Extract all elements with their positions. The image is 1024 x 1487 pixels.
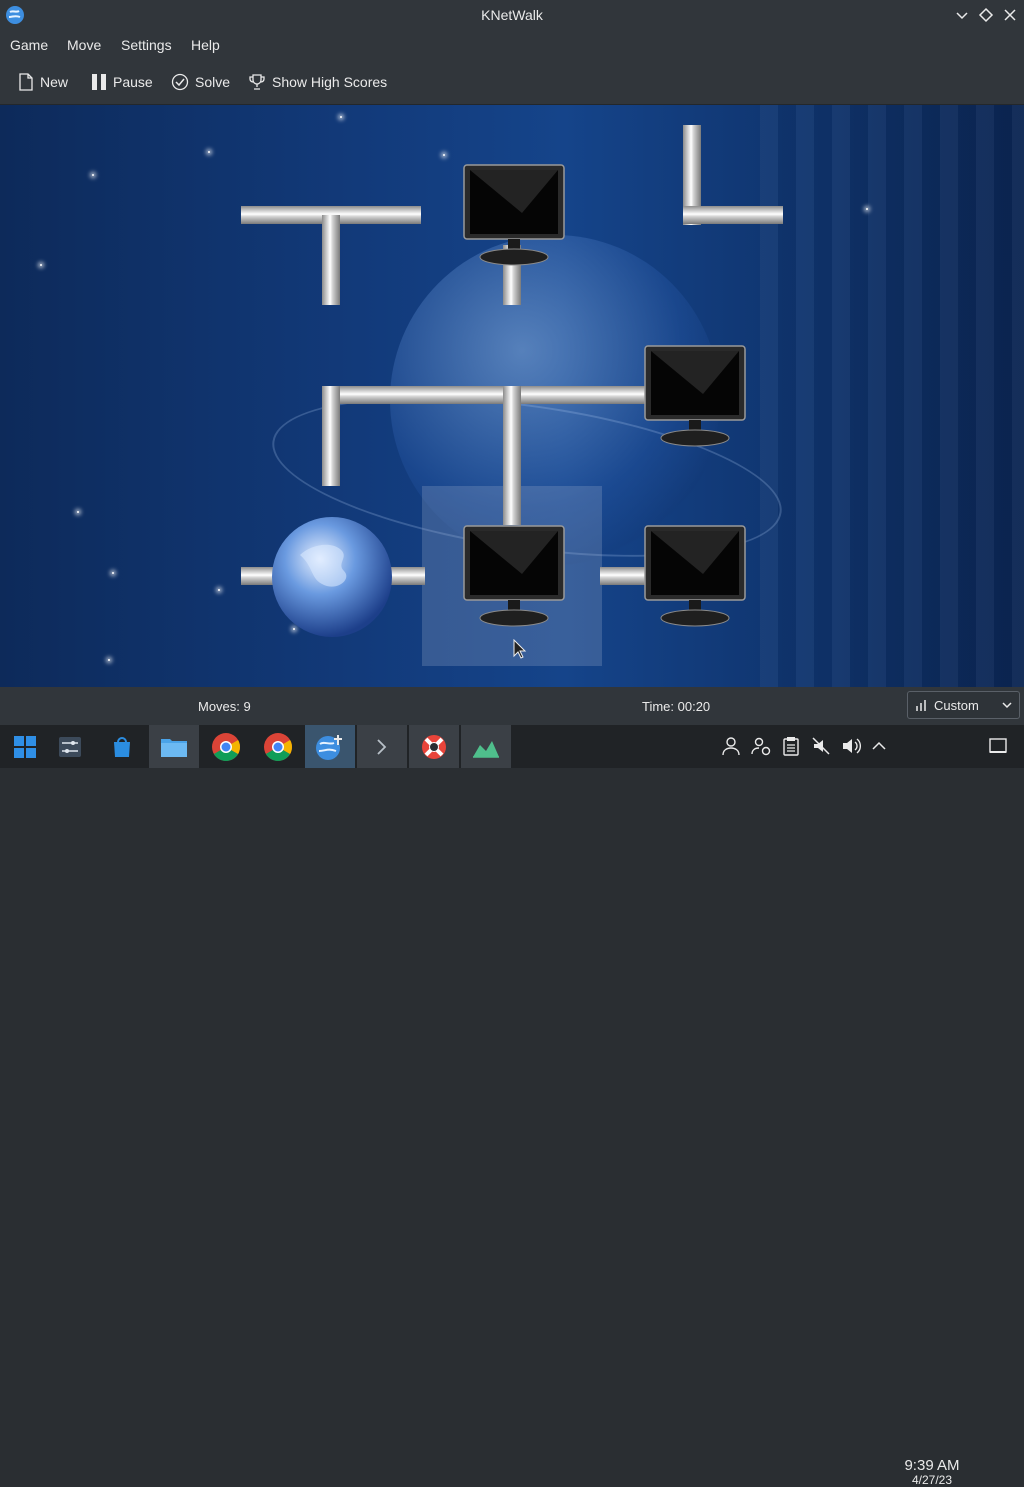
mouse-cursor-icon — [513, 639, 527, 659]
trophy-icon — [249, 74, 265, 90]
task-chrome-1[interactable] — [201, 725, 251, 768]
chrome-icon — [212, 732, 240, 761]
clock-date: 4/27/23 — [911, 1473, 953, 1487]
pause-button[interactable]: Pause — [91, 72, 153, 92]
system-monitor-icon — [473, 740, 499, 758]
star — [866, 208, 868, 210]
clock[interactable]: 9:39 AM 4/27/23 — [896, 1457, 968, 1486]
server-globe-icon[interactable] — [270, 515, 394, 639]
star — [112, 572, 114, 574]
toolbar: New Pause Solve Show High Scores — [0, 58, 1024, 105]
knetwalk-globe-icon — [316, 734, 342, 760]
highscores-label: Show High Scores — [272, 74, 388, 90]
close-icon[interactable] — [1001, 6, 1019, 24]
pause-label: Pause — [113, 74, 153, 90]
pipe-segment[interactable] — [503, 386, 521, 496]
pipe-segment[interactable] — [322, 215, 340, 305]
menu-move[interactable]: Move — [67, 37, 101, 53]
task-file-manager[interactable] — [149, 725, 199, 768]
show-desktop-icon[interactable] — [988, 736, 1008, 756]
monitor-icon[interactable] — [643, 524, 747, 628]
star — [340, 116, 342, 118]
solve-label: Solve — [195, 74, 231, 90]
terminal-prompt-icon — [377, 738, 387, 755]
difficulty-value: Custom — [934, 697, 979, 713]
user-switch-icon[interactable] — [751, 736, 771, 756]
new-button[interactable]: New — [18, 72, 68, 92]
task-help-center[interactable] — [409, 725, 459, 768]
task-system-settings[interactable] — [45, 725, 95, 768]
taskbar: 9:39 AM 4/27/23 — [0, 725, 1024, 1486]
star — [218, 589, 220, 591]
user-icon[interactable] — [721, 736, 741, 756]
task-chrome-2[interactable] — [253, 725, 303, 768]
lifebuoy-icon — [422, 734, 446, 759]
solve-button[interactable]: Solve — [171, 72, 230, 92]
monitor-icon[interactable] — [462, 524, 566, 628]
game-board[interactable] — [0, 105, 1024, 687]
menu-bar: Game Move Settings Help — [0, 30, 1024, 58]
show-high-scores-button[interactable]: Show High Scores — [248, 72, 387, 92]
pipe-segment[interactable] — [503, 495, 521, 525]
star — [92, 174, 94, 176]
task-discover-store[interactable] — [97, 725, 147, 768]
star — [40, 264, 42, 266]
clock-time: 9:39 AM — [904, 1457, 960, 1474]
pipe-segment[interactable] — [322, 386, 340, 486]
new-label: New — [40, 74, 69, 90]
background-stripes — [760, 105, 1024, 687]
menu-help[interactable]: Help — [191, 37, 220, 53]
clipboard-icon[interactable] — [781, 736, 801, 756]
task-terminal[interactable] — [357, 725, 407, 768]
menu-game[interactable]: Game — [10, 37, 48, 53]
difficulty-select[interactable]: Custom — [907, 691, 1020, 719]
pause-icon — [92, 74, 106, 90]
app-launcher-icon — [14, 735, 36, 758]
microphone-muted-icon[interactable] — [811, 736, 831, 756]
chrome-icon — [264, 732, 292, 761]
star — [108, 659, 110, 661]
bar-chart-icon — [916, 700, 926, 711]
start-menu-button[interactable] — [0, 725, 50, 768]
new-document-icon — [19, 73, 33, 91]
menu-settings[interactable]: Settings — [121, 37, 172, 53]
monitor-icon[interactable] — [462, 163, 566, 267]
shopping-bag-icon — [114, 736, 130, 757]
task-knetwalk[interactable] — [305, 725, 355, 768]
moves-counter: Moves: 9 — [198, 699, 251, 714]
pipe-segment[interactable] — [683, 206, 783, 224]
maximize-icon[interactable] — [977, 6, 995, 24]
volume-icon[interactable] — [841, 736, 861, 756]
window-title: KNetWalk — [481, 7, 543, 23]
settings-sliders-icon — [59, 736, 81, 757]
status-bar: Moves: 9 Time: 00:20 — [0, 687, 1024, 725]
title-bar: KNetWalk — [0, 0, 1024, 30]
folder-icon — [161, 738, 187, 757]
checkmark-circle-icon — [171, 73, 189, 91]
chevron-down-icon — [1002, 702, 1012, 709]
star — [208, 151, 210, 153]
minimize-icon[interactable] — [953, 6, 971, 24]
chevron-up-icon[interactable] — [869, 736, 889, 756]
elapsed-time: Time: 00:20 — [642, 699, 711, 714]
star — [443, 154, 445, 156]
star — [77, 511, 79, 513]
monitor-icon[interactable] — [643, 344, 747, 448]
task-system-monitor[interactable] — [461, 725, 511, 768]
